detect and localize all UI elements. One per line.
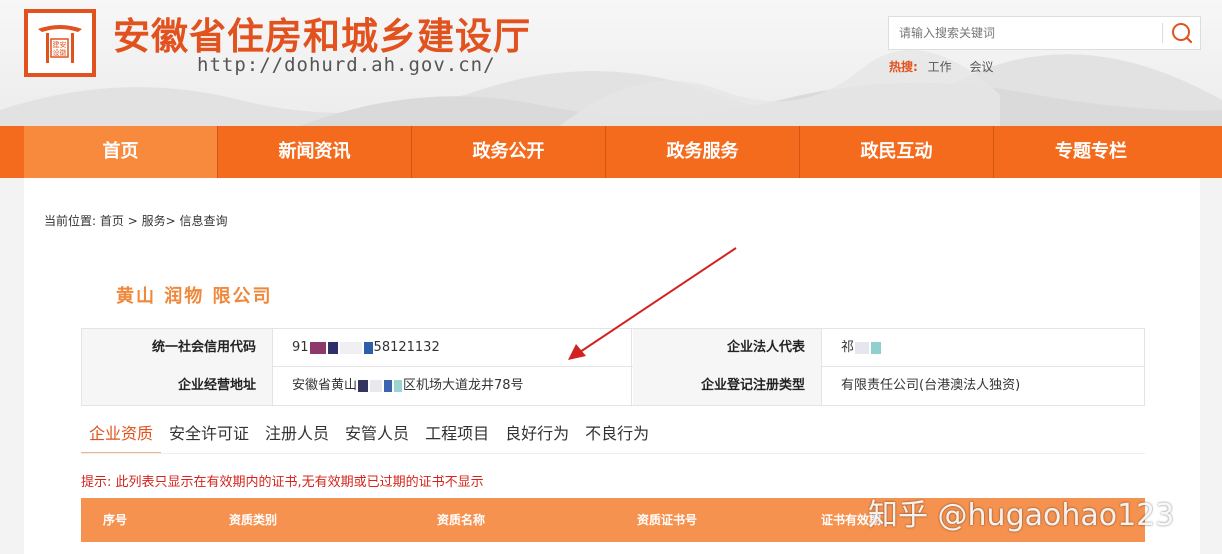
credit-code-suffix: 58121132	[373, 340, 440, 355]
search-icon	[1172, 23, 1193, 44]
hot-search-item[interactable]: 工作	[928, 60, 952, 74]
tab-safety-permit[interactable]: 安全许可证	[161, 422, 257, 454]
redaction-mask	[339, 341, 362, 354]
redaction-mask	[358, 379, 369, 392]
breadcrumb: 当前位置: 首页 > 服务> 信息查询	[44, 212, 228, 229]
breadcrumb-separator: >	[127, 214, 138, 228]
legal-rep-value: 祁	[823, 329, 1143, 367]
tab-bad-conduct[interactable]: 不良行为	[577, 422, 657, 454]
svg-text:设徽: 设徽	[53, 48, 67, 57]
site-url[interactable]: http://dohurd.ah.gov.cn/	[197, 54, 496, 76]
tab-projects[interactable]: 工程项目	[417, 422, 497, 454]
tab-safety-managers[interactable]: 安管人员	[337, 422, 417, 454]
tab-qualification[interactable]: 企业资质	[81, 422, 162, 454]
search-box	[888, 16, 1201, 50]
table-header-cell: 资质名称	[437, 513, 486, 527]
table-header-cell: 证书有效期	[821, 513, 882, 527]
redaction-mask	[363, 341, 373, 354]
redaction-mask	[309, 341, 326, 354]
legal-rep-label: 企业法人代表	[633, 329, 822, 367]
logo-emblem-icon: 建安 设徽	[38, 25, 82, 63]
company-name: 黄山 润物 限公司	[116, 282, 273, 308]
tab-good-conduct[interactable]: 良好行为	[497, 422, 577, 454]
legal-rep-prefix: 祁	[841, 340, 855, 355]
main-nav: 首页 新闻资讯 政务公开 政务服务 政民互动 专题专栏	[0, 126, 1222, 178]
table-header-cell: 序号	[103, 513, 128, 527]
company-name-text: 黄山 润物 限公司	[116, 286, 273, 307]
table-header-cell: 资质证书号	[637, 513, 698, 527]
breadcrumb-prefix: 当前位置:	[44, 214, 97, 228]
hot-search: 热搜: 工作 会议	[889, 58, 1002, 75]
table-header-cell: 资质类别	[229, 513, 278, 527]
info-tabs: 企业资质 安全许可证 注册人员 安管人员 工程项目 良好行为 不良行为	[81, 422, 657, 454]
qualification-table-header: 序号 资质类别 资质名称 资质证书号 证书有效期	[81, 498, 1145, 542]
address-value: 安徽省黄山 区机场大道龙井78号	[274, 367, 632, 405]
credit-code-label: 统一社会信用代码	[82, 329, 273, 367]
credit-code-prefix: 91	[292, 340, 309, 355]
company-info-table: 统一社会信用代码 91 58121132 企业法人代表 祁 企业经营地址 安徽省黄…	[81, 328, 1145, 406]
nav-item-special-topics[interactable]: 专题专栏	[994, 126, 1188, 178]
search-input[interactable]	[889, 17, 1161, 49]
nav-item-open-government[interactable]: 政务公开	[412, 126, 606, 178]
address-suffix: 区机场大道龙井78号	[403, 378, 524, 393]
redaction-mask	[855, 341, 870, 354]
redaction-mask	[871, 341, 882, 354]
redaction-mask	[384, 379, 393, 392]
search-button[interactable]	[1165, 19, 1199, 47]
nav-item-government-services[interactable]: 政务服务	[606, 126, 800, 178]
breadcrumb-link-services[interactable]: 服务	[142, 214, 166, 228]
nav-item-home[interactable]: 首页	[24, 126, 218, 178]
reg-type-label: 企业登记注册类型	[633, 367, 822, 405]
redaction-mask	[394, 379, 403, 392]
redaction-mask	[370, 379, 383, 392]
hot-search-item[interactable]: 会议	[969, 60, 993, 74]
search-divider	[1162, 23, 1163, 43]
site-logo[interactable]: 建安 设徽	[24, 9, 96, 77]
svg-text:建安: 建安	[53, 40, 67, 49]
info-row: 统一社会信用代码 91 58121132 企业法人代表 祁	[82, 329, 1144, 367]
nav-item-interaction[interactable]: 政民互动	[800, 126, 994, 178]
nav-item-news[interactable]: 新闻资讯	[218, 126, 412, 178]
address-label: 企业经营地址	[82, 367, 273, 405]
tabs-divider	[81, 453, 1145, 454]
notice-text: 提示: 此列表只显示在有效期内的证书,无有效期或已过期的证书不显示	[81, 475, 484, 490]
tab-registered-staff[interactable]: 注册人员	[257, 422, 337, 454]
info-row: 企业经营地址 安徽省黄山 区机场大道龙井78号 企业登记注册类型 有限责任公司(台…	[82, 367, 1144, 405]
redaction-mask	[327, 341, 338, 354]
reg-type-value: 有限责任公司(台港澳法人独资)	[841, 378, 1021, 393]
address-prefix: 安徽省黄山	[292, 378, 358, 393]
hot-search-label: 热搜:	[889, 60, 918, 74]
breadcrumb-current: 信息查询	[179, 214, 228, 228]
site-title: 安徽省住房和城乡建设厅	[113, 15, 531, 58]
credit-code-value: 91 58121132	[274, 329, 632, 367]
site-header: 建安 设徽 安徽省住房和城乡建设厅 http://dohurd.ah.gov.c…	[0, 0, 1222, 126]
breadcrumb-link-home[interactable]: 首页	[100, 214, 124, 228]
main-content: 当前位置: 首页 > 服务> 信息查询 黄山 润物 限公司 统一社会信用代码 9…	[24, 178, 1200, 554]
breadcrumb-separator: >	[165, 214, 176, 228]
